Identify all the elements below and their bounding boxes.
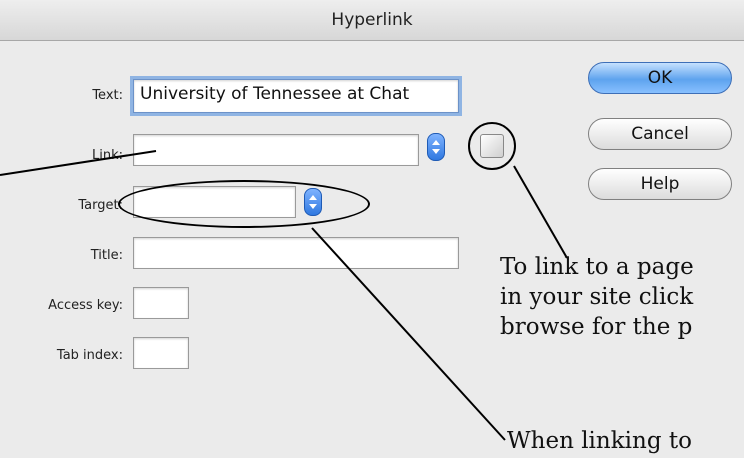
browse-annotation-line-2: in your site click	[500, 284, 694, 310]
browse-annotation-line-3: browse for the p	[500, 314, 693, 340]
browse-callout-line	[513, 165, 568, 259]
target-annotation-text: When linking to	[507, 428, 692, 454]
browse-annotation-line-1: To link to a page	[500, 254, 694, 280]
link-callout-line	[0, 150, 157, 176]
target-callout-line	[311, 227, 506, 441]
annotation-lines	[0, 150, 568, 441]
